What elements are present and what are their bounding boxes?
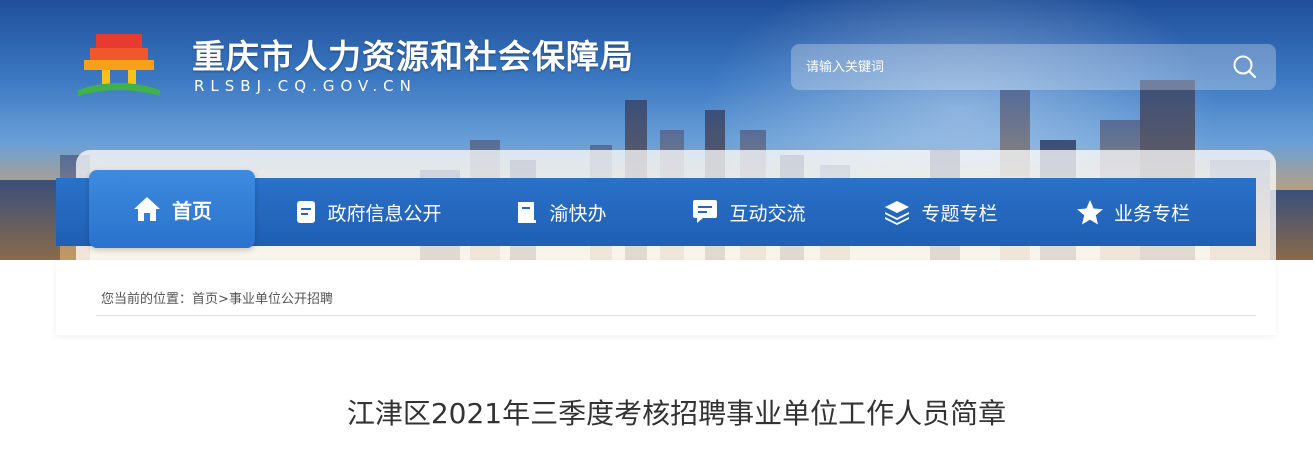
article-title: 江津区2021年三季度考核招聘事业单位工作人员简章 bbox=[346, 397, 1007, 430]
breadcrumb: 您当前的位置：首页>事业单位公开招聘 bbox=[101, 288, 333, 307]
layers-icon bbox=[885, 201, 910, 225]
nav-label-business: 业务专栏 bbox=[1113, 202, 1190, 225]
main-nav: 首页 政府信息公开 渝快办 互动交流 专题专栏 业务专栏 bbox=[56, 170, 1256, 248]
site-domain: RLSBJ.CQ.GOV.CN bbox=[194, 77, 417, 95]
book-icon bbox=[518, 202, 537, 223]
nav-label-yukuaiban: 渝快办 bbox=[549, 202, 607, 225]
breadcrumb-prefix: 您当前的位置： bbox=[101, 292, 193, 307]
document-icon bbox=[297, 201, 316, 223]
search-bar bbox=[791, 44, 1276, 90]
search-icon[interactable] bbox=[1232, 54, 1258, 80]
building-logo-icon bbox=[78, 34, 160, 96]
site-title: 重庆市人力资源和社会保障局 bbox=[192, 37, 634, 76]
breadcrumb-divider bbox=[96, 315, 1256, 316]
search-input[interactable] bbox=[806, 59, 1206, 75]
chat-icon bbox=[693, 200, 718, 223]
nav-label-home: 首页 bbox=[172, 198, 212, 223]
nav-item-business[interactable]: 业务专栏 bbox=[1068, 178, 1198, 246]
nav-item-yukuaiban[interactable]: 渝快办 bbox=[506, 178, 616, 246]
nav-item-topics[interactable]: 专题专栏 bbox=[878, 178, 1003, 246]
star-icon bbox=[1076, 199, 1103, 224]
nav-item-gov-info[interactable]: 政府信息公开 bbox=[286, 178, 451, 246]
nav-label-gov-info: 政府信息公开 bbox=[327, 202, 442, 225]
nav-item-interaction[interactable]: 互动交流 bbox=[686, 178, 811, 246]
breadcrumb-home-link[interactable]: 首页 bbox=[192, 292, 218, 307]
breadcrumb-current-link[interactable]: 事业单位公开招聘 bbox=[229, 292, 333, 307]
nav-label-topics: 专题专栏 bbox=[921, 202, 998, 225]
home-icon bbox=[134, 197, 160, 221]
nav-item-home[interactable]: 首页 bbox=[89, 170, 255, 248]
breadcrumb-separator: > bbox=[218, 292, 229, 307]
nav-label-interaction: 互动交流 bbox=[729, 202, 806, 225]
